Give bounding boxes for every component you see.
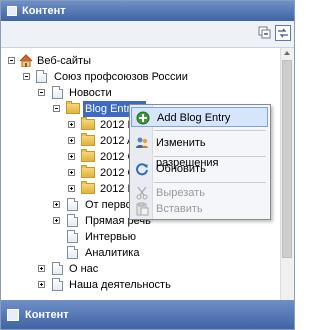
- cut-icon: [136, 186, 148, 200]
- folder-icon: [81, 165, 95, 178]
- expand-toggle[interactable]: [68, 169, 75, 176]
- content-panel: Контент Веб-сайты Союз профсоюзов России…: [0, 0, 295, 330]
- menu-item-add-blog-entry[interactable]: Add Blog Entry: [131, 107, 268, 127]
- house-icon: [19, 54, 33, 67]
- menu-item-refresh[interactable]: Обновить: [131, 159, 268, 179]
- page-icon: [67, 230, 78, 243]
- tree-scrollbar[interactable]: [280, 48, 294, 300]
- collapse-toggle[interactable]: [38, 89, 45, 96]
- menu-separator: [154, 156, 266, 157]
- page-icon: [52, 262, 63, 275]
- collapse-toggle[interactable]: [8, 57, 15, 64]
- page-icon: [52, 278, 63, 291]
- tree-toolbar: [1, 21, 294, 48]
- menu-item-change-permissions[interactable]: Изменить разрешения: [131, 133, 268, 169]
- folder-icon: [81, 181, 95, 194]
- folder-icon: [81, 133, 95, 146]
- footer-title: Контент: [25, 308, 69, 321]
- expand-toggle[interactable]: [68, 121, 75, 128]
- expand-toggle[interactable]: [68, 153, 75, 160]
- expand-toggle[interactable]: [38, 281, 45, 288]
- expand-toggle[interactable]: [38, 265, 45, 272]
- scroll-up-icon[interactable]: [284, 51, 290, 55]
- expand-toggle[interactable]: [53, 201, 60, 208]
- panel-header: Контент: [1, 1, 294, 21]
- panel-title: Контент: [22, 5, 66, 17]
- panel-footer[interactable]: Контент: [1, 300, 294, 329]
- folder-icon: [81, 117, 95, 130]
- collapse-toggle[interactable]: [23, 73, 30, 80]
- add-icon: [136, 111, 150, 125]
- folder-icon: [81, 149, 95, 162]
- content-icon: [7, 308, 19, 321]
- refresh-icon: [136, 163, 148, 176]
- collapse-all-icon[interactable]: [257, 25, 273, 41]
- content-icon: [7, 6, 17, 16]
- collapse-toggle[interactable]: [53, 105, 60, 112]
- page-icon: [67, 246, 78, 259]
- context-menu: Add Blog Entry Изменить разрешения Обнов…: [129, 104, 271, 220]
- menu-separator: [154, 130, 266, 131]
- expand-toggle[interactable]: [68, 185, 75, 192]
- page-icon: [52, 86, 63, 99]
- expand-toggle[interactable]: [53, 217, 60, 224]
- page-icon: [67, 214, 78, 227]
- folder-icon: [66, 101, 80, 114]
- link-with-editor-icon[interactable]: [275, 25, 291, 41]
- page-icon: [36, 70, 47, 83]
- page-icon: [67, 198, 78, 211]
- scrollbar-thumb[interactable]: [282, 60, 292, 258]
- expand-toggle[interactable]: [68, 137, 75, 144]
- menu-item-paste[interactable]: Вставить: [131, 199, 268, 219]
- paste-icon: [136, 202, 149, 216]
- users-icon: [136, 137, 148, 148]
